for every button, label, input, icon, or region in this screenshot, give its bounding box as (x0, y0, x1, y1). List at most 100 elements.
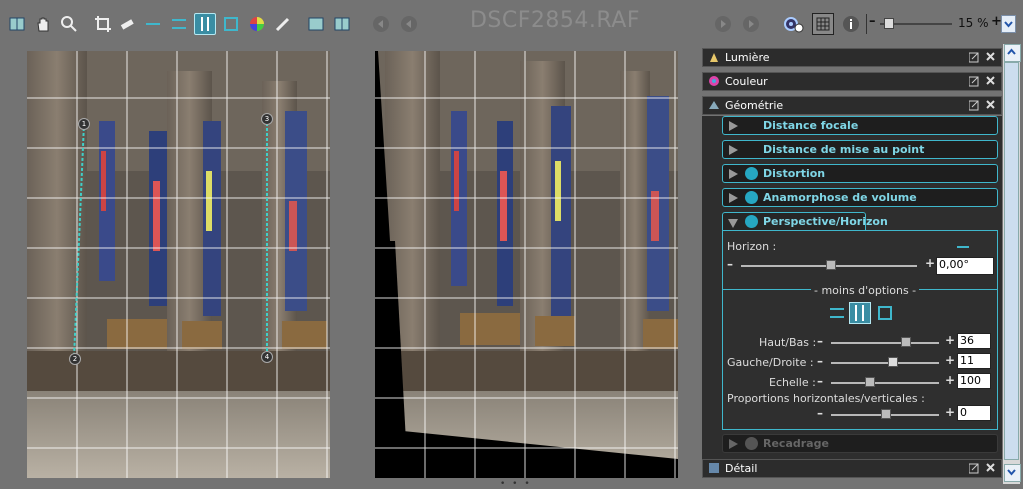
section-buttons (968, 51, 997, 63)
gauche-droite-slider-knob[interactable] (888, 357, 898, 367)
horizon-tool-icon[interactable] (957, 246, 969, 248)
sub-anamorphose[interactable]: Anamorphose de volume (722, 188, 998, 207)
first-image-icon[interactable] (370, 13, 392, 35)
section-buttons (968, 462, 997, 474)
echelle-input[interactable]: 100 (957, 373, 991, 389)
grid-icon[interactable] (812, 13, 834, 35)
gauche-droite-input[interactable]: 11 (957, 353, 991, 369)
haut-bas-input[interactable]: 36 (957, 333, 991, 349)
sub-distance-mise-au-point-label: Distance de mise au point (763, 143, 925, 156)
color-wheel-icon[interactable] (246, 13, 268, 35)
hand-icon[interactable] (32, 13, 54, 35)
image-before[interactable]: 1 2 3 4 (27, 51, 330, 478)
zoom-dropdown-button[interactable] (1001, 15, 1016, 33)
sub-anamorphose-label: Anamorphose de volume (763, 191, 917, 204)
power-icon[interactable] (745, 215, 758, 228)
info-icon[interactable] (840, 13, 862, 35)
horizon-minus[interactable]: – (727, 257, 733, 271)
after-icon[interactable] (331, 13, 353, 35)
haut-bas-minus[interactable]: – (817, 334, 823, 348)
echelle-slider-knob[interactable] (865, 377, 875, 387)
horizon-plus[interactable]: + (925, 256, 935, 270)
cathedral-photo-after (375, 51, 678, 478)
scroll-up-icon[interactable] (1004, 44, 1021, 62)
echelle-plus[interactable]: + (945, 373, 955, 387)
power-icon[interactable] (745, 437, 758, 450)
proportions-minus[interactable]: – (817, 406, 823, 420)
geometry-icon (708, 99, 720, 111)
power-icon[interactable] (745, 191, 758, 204)
horizon-slider-knob[interactable] (826, 260, 836, 270)
proportions-plus[interactable]: + (945, 405, 955, 419)
section-detail-label: Détail (725, 462, 758, 475)
horizon-input[interactable]: 0,00° (936, 257, 994, 275)
section-couleur-label: Couleur (725, 75, 768, 88)
expand-arrow-icon (729, 193, 738, 203)
sub-perspective-label: Perspective/Horizon (763, 215, 888, 228)
rectangle-guides-icon[interactable] (220, 13, 242, 35)
scroll-thumb[interactable] (1004, 62, 1019, 460)
guide-point-3[interactable]: 3 (261, 113, 273, 125)
expand-arrow-icon (729, 145, 738, 155)
crop-icon[interactable] (92, 13, 114, 35)
rectangle-guides-mode-icon[interactable] (877, 305, 893, 321)
sub-distortion[interactable]: Distortion (722, 164, 998, 183)
expand-arrow-icon (729, 121, 738, 131)
sub-recadrage[interactable]: Recadrage (722, 434, 998, 453)
less-options-toggle[interactable]: - moins d'options - (811, 284, 920, 297)
haut-bas-plus[interactable]: + (945, 333, 955, 347)
guide-point-4[interactable]: 4 (261, 351, 273, 363)
sub-recadrage-label: Recadrage (763, 437, 829, 450)
zoom-out-button[interactable]: – (869, 14, 876, 29)
section-lumiere[interactable]: Lumière (702, 48, 1002, 67)
previous-image-icon[interactable] (398, 13, 420, 35)
settings-icon[interactable] (782, 13, 804, 35)
light-icon (708, 51, 720, 63)
echelle-minus[interactable]: – (817, 374, 823, 388)
horizontal-guides-icon[interactable] (168, 13, 190, 35)
image-after[interactable] (375, 51, 678, 478)
section-geometrie[interactable]: Géométrie (702, 96, 1002, 115)
section-couleur[interactable]: Couleur (702, 72, 1002, 91)
gauche-droite-slider[interactable] (831, 362, 939, 364)
scroll-down-icon[interactable] (1004, 464, 1021, 482)
section-detail[interactable]: Détail (702, 459, 1002, 478)
zoom-slider-knob[interactable] (884, 18, 894, 29)
perspective-body: Horizon : – + 0,00° - moins d'options - … (722, 230, 998, 430)
horizon-line-icon[interactable] (142, 13, 164, 35)
section-buttons (968, 75, 997, 87)
collapse-arrow-icon (728, 219, 738, 228)
proportions-input[interactable]: 0 (957, 405, 991, 421)
color-icon (708, 75, 720, 87)
power-icon[interactable] (745, 167, 758, 180)
zoom-value: 15 % (958, 16, 989, 30)
guide-point-1[interactable]: 1 (78, 118, 90, 130)
guide-point-2[interactable]: 2 (69, 353, 81, 365)
panel-scrollbar[interactable] (1003, 44, 1021, 484)
tool-panel: Lumière Couleur Géométrie Distance focal… (702, 44, 1002, 488)
sub-perspective[interactable]: Perspective/Horizon (722, 212, 888, 231)
picker-icon[interactable] (272, 13, 294, 35)
section-lumiere-label: Lumière (725, 51, 770, 64)
haut-bas-slider-knob[interactable] (901, 337, 911, 347)
gauche-droite-plus[interactable]: + (945, 353, 955, 367)
proportions-slider-knob[interactable] (881, 409, 891, 419)
last-image-icon[interactable] (740, 13, 762, 35)
horizontal-guides-mode-icon[interactable] (829, 306, 845, 320)
zoom-icon[interactable] (58, 13, 80, 35)
eraser-icon[interactable] (116, 13, 138, 35)
echelle-slider[interactable] (831, 382, 939, 384)
haut-bas-slider[interactable] (831, 342, 939, 344)
vertical-guides-icon[interactable] (194, 13, 216, 35)
section-buttons (968, 99, 997, 111)
vertical-guides-mode-icon[interactable] (849, 302, 871, 324)
proportions-label: Proportions horizontales/verticales : (727, 392, 925, 405)
horizon-label: Horizon : (727, 240, 777, 253)
toolbar-separator (866, 14, 867, 34)
compare-icon[interactable] (6, 13, 28, 35)
sub-distance-mise-au-point[interactable]: Distance de mise au point (722, 140, 998, 159)
sub-distance-focale[interactable]: Distance focale (722, 116, 998, 135)
gauche-droite-minus[interactable]: – (817, 354, 823, 368)
next-image-icon[interactable] (712, 13, 734, 35)
before-icon[interactable] (305, 13, 327, 35)
